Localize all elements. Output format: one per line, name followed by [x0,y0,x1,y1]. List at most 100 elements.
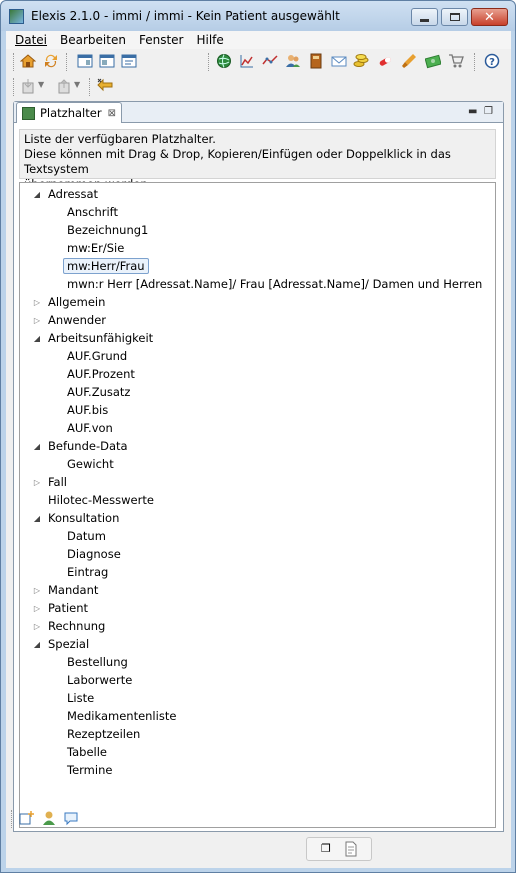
leave-icon[interactable] [97,78,113,94]
tree-item[interactable]: Rezeptzeilen [67,725,140,743]
tree-item[interactable]: Bestellung [67,653,128,671]
title-bar[interactable]: Elexis 2.1.0 - immi / immi - Kein Patien… [1,1,515,31]
book-icon[interactable] [308,53,324,69]
tree-item[interactable]: Eintrag [67,563,108,581]
globe-icon[interactable] [216,53,232,69]
expand-toggle-icon[interactable]: ▷ [32,473,42,491]
tree-item[interactable]: mw:Er/Sie [67,239,124,257]
menu-fenster[interactable]: Fenster [130,31,184,49]
tab-close-icon[interactable]: ⊠ [108,108,116,119]
tab-label: Platzhalter [40,106,102,120]
expand-toggle-icon[interactable]: ▷ [32,581,42,599]
tree-category[interactable]: Anwender [48,311,106,329]
minimize-button[interactable] [411,8,438,26]
tree-item[interactable]: AUF.Grund [67,347,127,365]
tree-item[interactable]: Bezeichnung1 [67,221,148,239]
tree-category[interactable]: Spezial [48,635,89,653]
menu-bearbeiten[interactable]: Bearbeiten [51,31,126,49]
coins-icon[interactable] [353,53,369,69]
tree-category[interactable]: Arbeitsunfähigkeit [48,329,153,347]
collapse-toggle-icon[interactable]: ◢ [32,635,42,653]
menu-bar: Datei Bearbeiten Fenster Hilfe [6,31,511,49]
user-icon[interactable] [41,810,57,826]
tree-category[interactable]: Mandant [48,581,98,599]
toolbar-separator [13,53,14,71]
expand-toggle-icon[interactable]: ▷ [32,599,42,617]
cart-icon[interactable] [448,53,464,69]
menu-label: Datei [15,33,48,47]
maximize-view-icon[interactable]: ❐ [484,106,493,117]
tree-category[interactable]: Allgemein [48,293,105,311]
money-icon[interactable] [425,53,441,69]
export-dropdown-icon[interactable]: ▼ [74,80,80,89]
tree-item[interactable]: AUF.Prozent [67,365,135,383]
tree-item[interactable]: AUF.von [67,419,113,437]
tree-item[interactable]: mw:Herr/Frau [63,257,149,275]
import-dropdown-icon[interactable]: ▼ [38,80,44,89]
tree-item[interactable]: Diagnose [67,545,121,563]
window-export-icon[interactable] [121,53,137,69]
tree-category[interactable]: Fall [48,473,67,491]
tree-item[interactable]: Tabelle [67,743,107,761]
tree-item[interactable]: Anschrift [67,203,118,221]
graph-icon[interactable] [262,53,278,69]
help-icon[interactable]: ? [484,53,500,69]
tree-item[interactable]: Liste [67,689,94,707]
tree-item[interactable]: AUF.bis [67,401,108,419]
document-icon [22,106,35,120]
menu-label: Bearbeiten [60,33,126,47]
app-window: Elexis 2.1.0 - immi / immi - Kein Patien… [0,0,516,873]
tree-item[interactable]: Laborwerte [67,671,132,689]
tree-category[interactable]: Adressat [48,185,98,203]
trim-stack: ❐ [306,837,372,861]
menu-hilfe[interactable]: Hilfe [187,31,223,49]
home-icon[interactable] [20,53,36,69]
tab-platzhalter[interactable]: Platzhalter ⊠ [16,102,122,123]
toolbar-separator [474,53,475,71]
description-panel: Liste der verfügbaren Platzhalter. Diese… [19,129,496,191]
chat-icon[interactable] [63,810,79,826]
window-list-icon[interactable] [99,53,115,69]
window-client: Datei Bearbeiten Fenster Hilfe ? ▼ ▼ Pla… [6,31,511,868]
tree-item[interactable]: AUF.Zusatz [67,383,130,401]
collapse-toggle-icon[interactable]: ◢ [32,329,42,347]
expand-toggle-icon[interactable]: ▷ [32,311,42,329]
mail-icon[interactable] [331,53,347,69]
tree-item[interactable]: Termine [67,761,112,779]
platzhalter-view: Platzhalter ⊠ ▬ ❐ Liste der verfügbaren … [13,101,504,832]
tree-category[interactable]: Hilotec-Messwerte [48,491,154,509]
placeholder-tree[interactable]: ◢ Adressat Anschrift Bezeichnung1 mw:Er/Sie m… [19,182,496,828]
window-icon[interactable] [77,53,93,69]
tree-category[interactable]: Befunde-Data [48,437,128,455]
maximize-button[interactable] [441,8,468,26]
collapse-toggle-icon[interactable]: ◢ [32,185,42,203]
maximize-icon [449,13,460,21]
toolbar-separator [66,53,67,71]
pill-icon[interactable] [377,53,393,69]
menu-datei[interactable]: Datei [6,31,47,49]
tree-item[interactable]: Datum [67,527,106,545]
chart-icon[interactable] [239,53,255,69]
tree-category[interactable]: Konsultation [48,509,119,527]
tree-item[interactable]: Gewicht [67,455,114,473]
tree-item[interactable]: Medikamentenliste [67,707,176,725]
tree-category[interactable]: Patient [48,599,88,617]
svg-text:?: ? [489,57,495,68]
document-icon[interactable] [343,841,359,857]
import-icon[interactable] [20,78,36,94]
minimize-view-icon[interactable]: ▬ [468,106,477,117]
view-tab-bar: Platzhalter ⊠ ▬ ❐ [14,102,503,123]
restore-icon[interactable]: ❐ [321,842,331,855]
expand-toggle-icon[interactable]: ▷ [32,293,42,311]
brush-icon[interactable] [401,53,417,69]
contacts-icon[interactable] [285,53,301,69]
tree-item[interactable]: mwn:r Herr [Adressat.Name]/ Frau [Adress… [67,275,482,293]
export-icon[interactable] [56,78,72,94]
refresh-icon[interactable] [43,53,59,69]
close-button[interactable]: ✕ [471,8,508,26]
expand-toggle-icon[interactable]: ▷ [32,617,42,635]
new-view-icon[interactable] [19,810,35,826]
collapse-toggle-icon[interactable]: ◢ [32,437,42,455]
tree-category[interactable]: Rechnung [48,617,105,635]
collapse-toggle-icon[interactable]: ◢ [32,509,42,527]
